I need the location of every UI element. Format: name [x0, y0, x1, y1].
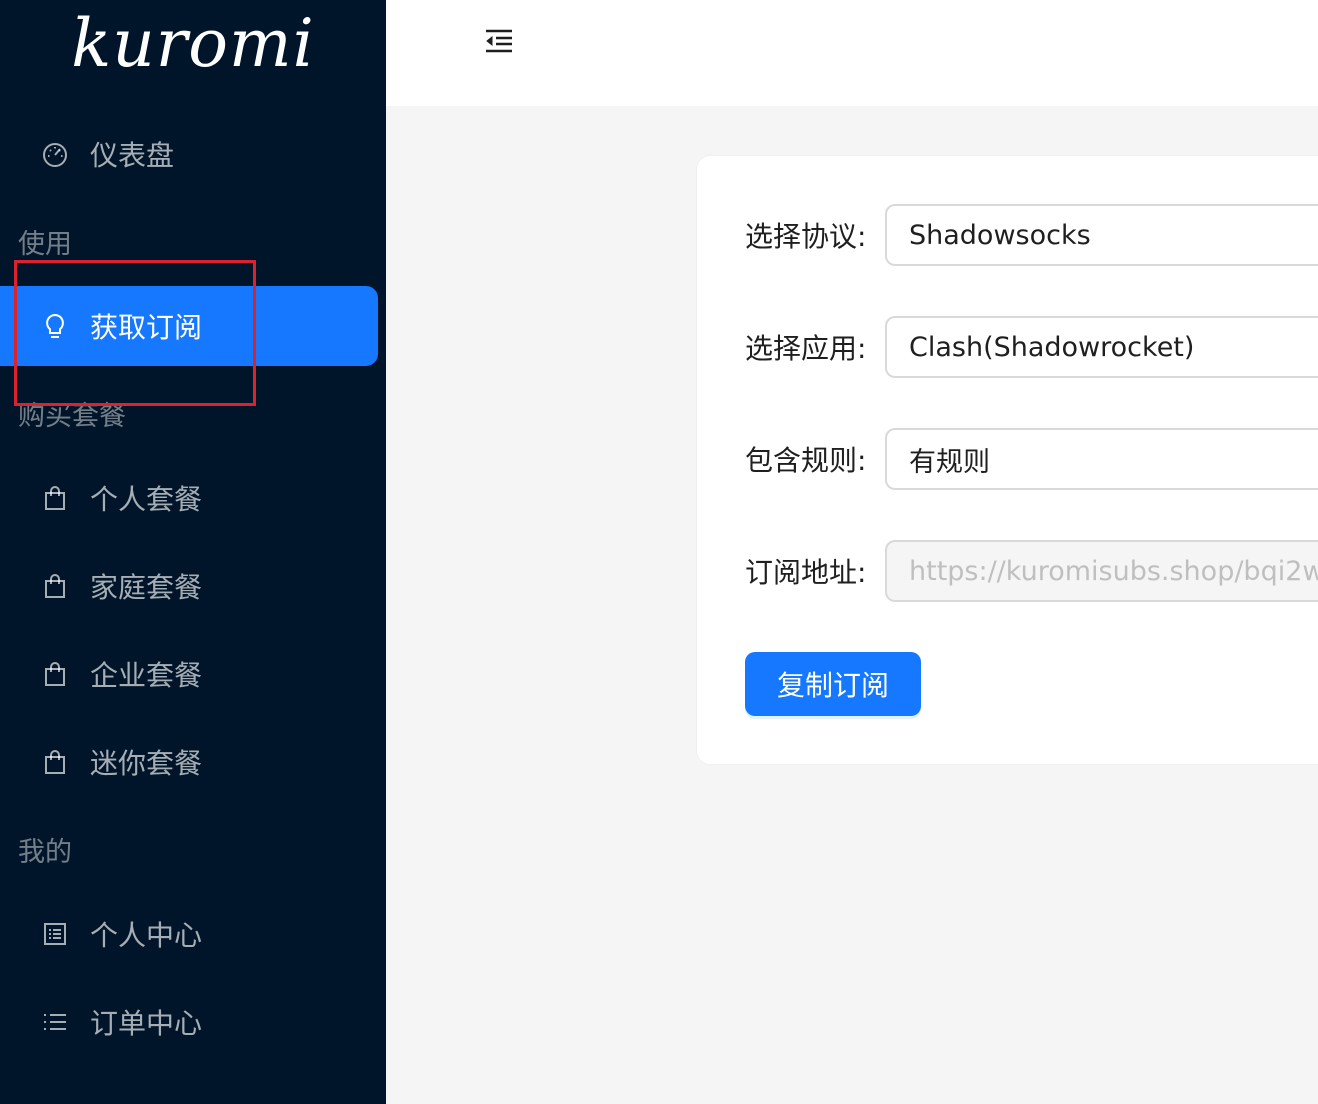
group-label-buy: 购买套餐	[18, 401, 126, 432]
sidebar-item-get-subscription[interactable]: 获取订阅	[0, 286, 378, 366]
list-icon	[40, 1007, 70, 1037]
url-label: 订阅地址:	[745, 556, 867, 589]
subscription-card: 选择协议: Shadowsocks 选择应用: Clash(Shadowrock…	[696, 155, 1318, 765]
sidebar-item-dashboard[interactable]: 仪表盘	[0, 114, 378, 194]
subscription-url-input[interactable]: https://kuromisubs.shop/bqi2wN	[885, 540, 1318, 602]
dashboard-gauge-icon	[40, 139, 70, 169]
sidebar-item-plan-enterprise[interactable]: 企业套餐	[0, 634, 378, 714]
sidebar-item-label: 企业套餐	[90, 659, 203, 692]
sidebar-item-user-center[interactable]: 个人中心	[0, 894, 378, 974]
app-label: 选择应用:	[745, 332, 867, 365]
group-label-mine: 我的	[18, 837, 72, 868]
sidebar-item-order-center[interactable]: 订单中心	[0, 982, 378, 1062]
sidebar-item-label: 仪表盘	[90, 139, 175, 172]
profile-icon	[40, 919, 70, 949]
bulb-icon	[40, 311, 70, 341]
app-selected-value: Clash(Shadowrocket)	[909, 331, 1195, 363]
sidebar: kuromi 仪表盘 使用 获取订阅 购买套餐 个人套餐 家庭套餐 企业套餐 迷…	[0, 0, 386, 1104]
rules-select[interactable]: 有规则	[885, 428, 1318, 490]
sidebar-item-label: 个人中心	[90, 919, 203, 952]
group-label-use: 使用	[18, 229, 72, 260]
rules-selected-value: 有规则	[909, 446, 990, 478]
form-row-rules: 包含规则:	[745, 428, 885, 490]
protocol-selected-value: Shadowsocks	[909, 219, 1091, 251]
shopping-bag-icon	[40, 747, 70, 777]
sidebar-item-label: 迷你套餐	[90, 747, 203, 780]
sidebar-item-label: 个人套餐	[90, 483, 203, 516]
sidebar-item-label: 家庭套餐	[90, 571, 203, 604]
form-row-app: 选择应用:	[745, 316, 885, 378]
brand-logo[interactable]: kuromi	[0, 4, 386, 84]
sidebar-item-label: 获取订阅	[90, 311, 203, 344]
sidebar-item-plan-family[interactable]: 家庭套餐	[0, 546, 378, 626]
menu-fold-button[interactable]	[484, 26, 514, 58]
subscription-url-value: https://kuromisubs.shop/bqi2wN	[909, 555, 1318, 587]
shopping-bag-icon	[40, 659, 70, 689]
sidebar-item-label: 订单中心	[90, 1007, 203, 1040]
shopping-bag-icon	[40, 483, 70, 513]
shopping-bag-icon	[40, 571, 70, 601]
form-row-protocol: 选择协议:	[745, 204, 885, 266]
sidebar-item-plan-mini[interactable]: 迷你套餐	[0, 722, 378, 802]
protocol-select[interactable]: Shadowsocks	[885, 204, 1318, 266]
protocol-label: 选择协议:	[745, 220, 867, 253]
form-row-url: 订阅地址:	[745, 540, 885, 602]
top-header	[386, 0, 1318, 106]
app-select[interactable]: Clash(Shadowrocket)	[885, 316, 1318, 378]
copy-subscription-button[interactable]: 复制订阅	[745, 652, 921, 716]
rules-label: 包含规则:	[745, 444, 867, 477]
menu-fold-icon	[484, 25, 514, 59]
sidebar-item-plan-personal[interactable]: 个人套餐	[0, 458, 378, 538]
